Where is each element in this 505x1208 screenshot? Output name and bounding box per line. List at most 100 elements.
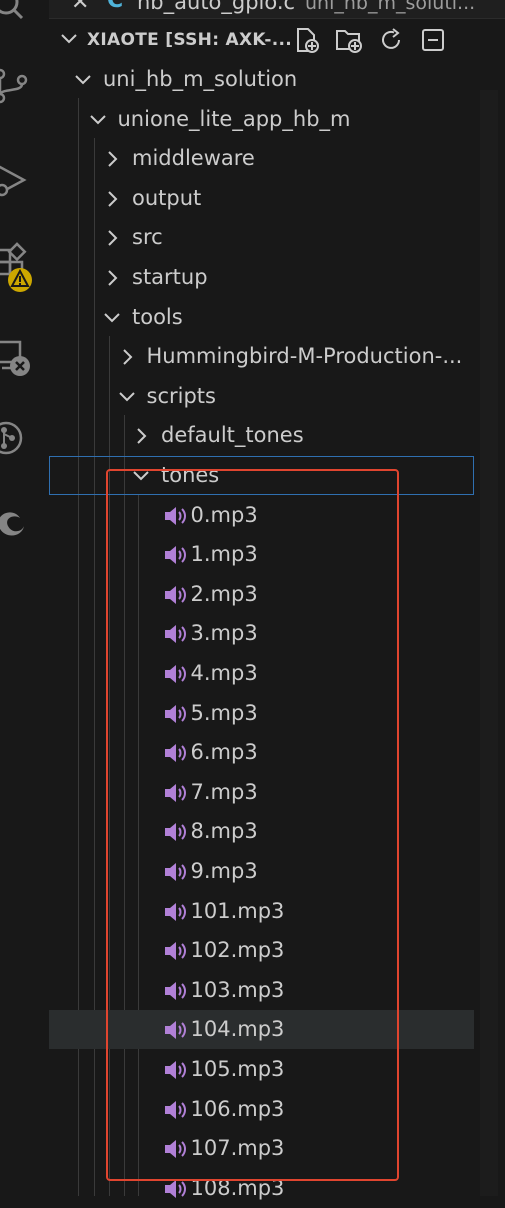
audio-file-icon xyxy=(163,940,189,966)
folder-item[interactable]: tools xyxy=(49,298,474,337)
file-name: 7.mp3 xyxy=(190,779,258,804)
file-name: 106.mp3 xyxy=(190,1096,285,1121)
scrollbar[interactable] xyxy=(474,90,505,1196)
folder-item[interactable]: output xyxy=(49,179,474,218)
folder-name: middleware xyxy=(132,146,255,171)
chevron-right-icon[interactable] xyxy=(102,268,122,292)
extensions-icon[interactable] xyxy=(0,240,49,296)
collapse-all-icon[interactable] xyxy=(417,24,449,56)
file-name: 101.mp3 xyxy=(190,898,285,923)
folder-item[interactable]: Hummingbird-M-Production-... xyxy=(49,337,474,376)
source-control-icon[interactable] xyxy=(0,58,49,114)
file-item[interactable]: 104.mp3 xyxy=(49,1010,474,1050)
file-name: 2.mp3 xyxy=(190,581,258,606)
file-item[interactable]: 102.mp3 xyxy=(49,931,474,970)
explorer-pane: ✕ C hb_auto_gpio.c uni_hb_m_soluti... XI… xyxy=(49,0,505,1200)
folder-item[interactable]: unione_lite_app_hb_m xyxy=(49,100,474,139)
chevron-right-icon[interactable] xyxy=(102,189,122,213)
audio-file-icon xyxy=(163,742,189,768)
file-item[interactable]: 2.mp3 xyxy=(49,575,474,614)
file-name: 9.mp3 xyxy=(190,859,258,883)
file-item[interactable]: 103.mp3 xyxy=(49,971,474,1010)
audio-file-icon xyxy=(163,584,189,610)
activity-bar xyxy=(0,0,49,1196)
folder-name: output xyxy=(132,185,202,210)
file-item[interactable]: 7.mp3 xyxy=(49,773,474,812)
file-name: 5.mp3 xyxy=(190,700,258,725)
chevron-down-icon[interactable] xyxy=(73,70,93,94)
file-item[interactable]: 6.mp3 xyxy=(49,733,474,772)
new-folder-icon[interactable] xyxy=(333,24,365,56)
audio-file-icon xyxy=(163,782,189,808)
file-item[interactable]: 0.mp3 xyxy=(49,496,474,535)
folder-item[interactable]: uni_hb_m_solution xyxy=(49,60,474,99)
file-item[interactable]: 8.mp3 xyxy=(49,812,474,851)
chevron-down-icon[interactable] xyxy=(131,466,151,490)
file-item[interactable]: 5.mp3 xyxy=(49,694,474,733)
audio-file-icon xyxy=(163,980,189,1006)
audio-file-icon xyxy=(163,901,189,927)
folder-name: startup xyxy=(132,265,208,289)
chevron-down-icon[interactable] xyxy=(88,110,108,134)
chevron-right-icon[interactable] xyxy=(102,149,122,173)
audio-file-icon xyxy=(163,544,189,570)
chevron-down-icon[interactable] xyxy=(59,28,79,52)
chevron-right-icon[interactable] xyxy=(131,426,151,450)
folder-item[interactable]: src xyxy=(49,218,474,257)
audio-file-icon xyxy=(163,663,189,689)
close-icon[interactable]: ✕ xyxy=(71,0,89,15)
file-name: 3.mp3 xyxy=(190,621,258,646)
folder-name: tones xyxy=(161,463,220,487)
folder-name: tools xyxy=(132,304,183,329)
file-name: 103.mp3 xyxy=(190,977,285,1002)
new-file-icon[interactable] xyxy=(291,24,323,56)
file-item[interactable]: 101.mp3 xyxy=(49,892,474,931)
file-name: 102.mp3 xyxy=(190,938,285,963)
file-item[interactable]: 4.mp3 xyxy=(49,654,474,693)
audio-file-icon xyxy=(163,821,189,847)
folder-name: unione_lite_app_hb_m xyxy=(117,106,351,131)
audio-file-icon xyxy=(163,1138,189,1164)
file-name: 108.mp3 xyxy=(190,1175,285,1200)
git-graph-icon[interactable] xyxy=(0,410,49,466)
refresh-icon[interactable] xyxy=(375,24,407,56)
remote-explorer-icon[interactable] xyxy=(0,332,49,388)
folder-item[interactable]: default_tones xyxy=(49,416,474,455)
file-name: 104.mp3 xyxy=(190,1017,285,1042)
audio-file-icon xyxy=(163,703,189,729)
folder-item[interactable]: startup xyxy=(49,258,474,297)
folder-name: default_tones xyxy=(161,423,304,448)
workspace-title: XIAOTE [SSH: AXK-... xyxy=(87,30,292,50)
chevron-right-icon[interactable] xyxy=(102,228,122,252)
chevron-right-icon[interactable] xyxy=(117,347,137,371)
edge-devtools-icon[interactable] xyxy=(0,496,49,552)
file-item[interactable]: 105.mp3 xyxy=(49,1050,474,1089)
folder-item[interactable]: scripts xyxy=(49,377,474,416)
editor-tab[interactable]: ✕ C hb_auto_gpio.c uni_hb_m_soluti... xyxy=(49,0,505,19)
c-file-icon: C xyxy=(107,0,124,13)
audio-file-icon xyxy=(163,1178,189,1204)
chevron-down-icon[interactable] xyxy=(117,387,137,411)
scrollbar-thumb[interactable] xyxy=(480,90,498,1196)
audio-file-icon xyxy=(163,623,189,649)
explorer-section-header[interactable]: XIAOTE [SSH: AXK-... xyxy=(49,22,505,58)
file-name: 1.mp3 xyxy=(190,542,258,567)
chevron-down-icon[interactable] xyxy=(102,308,122,332)
file-item[interactable]: 108.mp3 xyxy=(49,1169,474,1208)
audio-file-icon xyxy=(163,861,189,887)
file-item[interactable]: 1.mp3 xyxy=(49,535,474,574)
file-name: 4.mp3 xyxy=(190,661,258,685)
file-item[interactable]: 106.mp3 xyxy=(49,1090,474,1129)
folder-item[interactable]: tones xyxy=(49,456,474,495)
tab-file-name: hb_auto_gpio.c xyxy=(137,0,296,14)
folder-name: uni_hb_m_solution xyxy=(103,67,298,91)
file-name: 0.mp3 xyxy=(190,502,258,527)
search-icon[interactable] xyxy=(0,0,49,34)
folder-item[interactable]: middleware xyxy=(49,139,474,178)
file-item[interactable]: 9.mp3 xyxy=(49,852,474,891)
file-item[interactable]: 107.mp3 xyxy=(49,1129,474,1168)
run-debug-icon[interactable] xyxy=(0,152,49,208)
folder-name: src xyxy=(132,225,163,250)
file-name: 107.mp3 xyxy=(190,1136,285,1161)
file-item[interactable]: 3.mp3 xyxy=(49,614,474,653)
